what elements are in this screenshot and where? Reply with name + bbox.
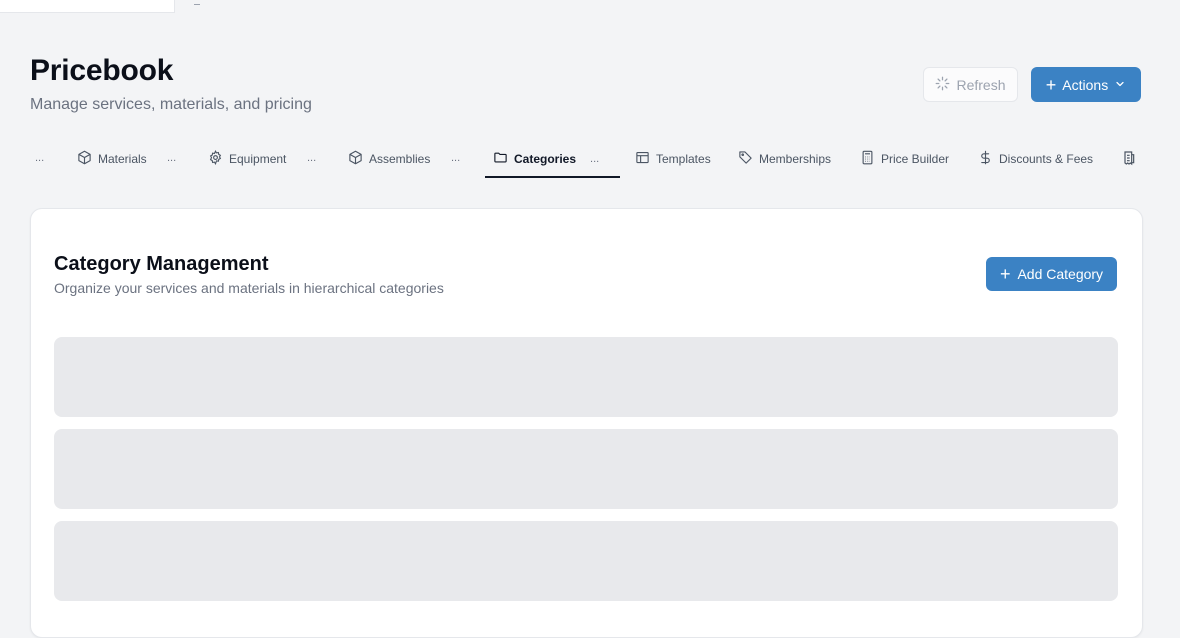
loading-skeleton-row [54,429,1118,509]
tab-discounts-fees[interactable]: Discounts & Fees [978,142,1093,176]
page-title: Pricebook [30,54,174,87]
calculator-icon [860,150,875,168]
tab-label: Templates [656,152,711,166]
refresh-label: Refresh [956,76,1006,93]
pricebook-tabs: ... Materials ... Equipment ... Assembli… [30,142,1150,178]
tab-label: Price Builder [881,152,950,166]
gear-icon [208,150,223,168]
box-icon [348,150,363,168]
tab-overflow-marker: ... [35,152,45,164]
actions-button[interactable]: + Actions [1031,67,1141,102]
layout-icon [635,150,650,168]
card-title: Category Management [54,253,269,275]
tab-templates[interactable]: Templates [635,142,711,176]
chevron-down-icon [1114,77,1126,93]
tab-memberships[interactable]: Memberships [738,142,831,176]
add-category-label: Add Category [1017,266,1104,282]
plus-icon: + [1045,74,1057,95]
tab-equipment[interactable]: Equipment [208,142,286,176]
card-description: Organize your services and materials in … [54,280,444,296]
tab-categories[interactable]: Categories ... [485,142,620,178]
loading-skeleton-row [54,337,1118,417]
loader-icon [935,76,950,94]
add-category-button[interactable]: + Add Category [986,257,1117,291]
tab-overflow-marker: ... [590,153,600,165]
tab-overflow-marker: ... [167,152,177,164]
tab-label: Categories [514,152,577,166]
tab-label: Memberships [759,152,832,166]
tag-icon [738,150,753,168]
tab-label: Materials [98,152,147,166]
refresh-button[interactable]: Refresh [923,67,1018,102]
tab-label: Assemblies [369,152,431,166]
dollar-icon [978,150,993,168]
top-partial-input [0,0,175,13]
tab-overflow-marker: ... [307,152,317,164]
tab-assemblies[interactable]: Assemblies [348,142,430,176]
category-management-card: Category Management Organize your servic… [30,208,1143,638]
tab-overflow-marker: ... [451,152,461,164]
tab-label: Equipment [229,152,287,166]
page-subtitle: Manage services, materials, and pricing [30,96,312,113]
tab-price-builder[interactable]: Price Builder [860,142,949,176]
receipt-icon [1121,150,1137,169]
loading-skeleton-row [54,521,1118,601]
folder-icon [493,150,508,168]
tab-next[interactable] [1121,142,1137,176]
actions-label: Actions [1062,76,1109,93]
tab-materials[interactable]: Materials [77,142,147,176]
plus-icon: + [999,264,1011,284]
tab-label: Discounts & Fees [999,152,1094,166]
box-icon [77,150,92,168]
top-partial-element [194,0,200,5]
